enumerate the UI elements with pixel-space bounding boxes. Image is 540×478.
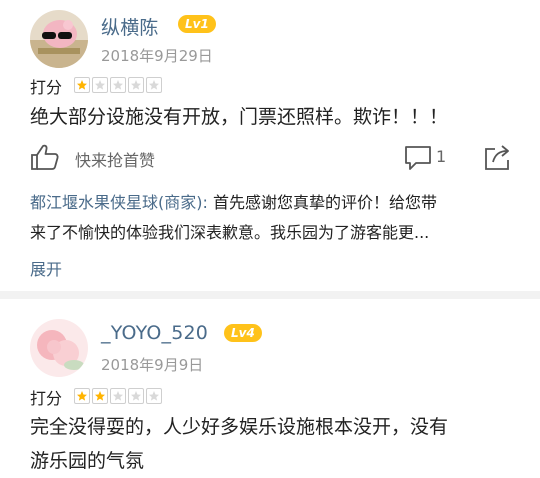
reply-text-line1: 首先感谢您真挚的评价！给您带 (207, 193, 437, 212)
star-filled-icon (74, 388, 90, 404)
review-date: 2018年9月29日 (101, 47, 213, 65)
comment-button[interactable]: 1 (404, 143, 464, 173)
star-rating (74, 388, 162, 404)
avatar[interactable] (30, 319, 88, 377)
level-badge: Lv1 (178, 15, 216, 33)
review-card: _YOYO_520 Lv4 2018年9月9日 打分 完全没得耍的，人少好多娱乐… (0, 299, 540, 478)
merchant-name[interactable]: 都江堰水果侠星球(商家): (30, 193, 208, 212)
rating-label: 打分 (30, 78, 63, 97)
comment-count: 1 (436, 147, 447, 166)
star-rating (74, 77, 162, 93)
star-empty-icon (92, 77, 108, 93)
like-button[interactable]: 快来抢首赞 (30, 143, 200, 173)
review-text-line1: 完全没得耍的，人少好多娱乐设施根本没开，没有 (30, 416, 449, 438)
share-icon[interactable] (483, 143, 511, 171)
review-text: 完全没得耍的，人少好多娱乐设施根本没开，没有 游乐园的气氛 (30, 410, 448, 478)
review-card: 纵横陈 Lv1 2018年9月29日 打分 绝大部分设施没有开放，门票还照样。欺… (0, 0, 540, 291)
like-label: 快来抢首赞 (75, 151, 156, 170)
username[interactable]: 纵横陈 (101, 13, 159, 40)
username[interactable]: _YOYO_520 (101, 322, 208, 344)
merchant-reply: 都江堰水果侠星球(商家): 首先感谢您真挚的评价！给您带 来了不愉快的体验我们深… (30, 190, 437, 246)
review-date: 2018年9月9日 (101, 356, 204, 374)
star-filled-icon (74, 77, 90, 93)
reply-text-line2: 来了不愉快的体验我们深表歉意。我乐园为了游客能更... (30, 223, 430, 242)
avatar[interactable] (30, 10, 88, 68)
star-empty-icon (128, 77, 144, 93)
star-empty-icon (146, 77, 162, 93)
star-empty-icon (110, 388, 126, 404)
star-empty-icon (146, 388, 162, 404)
star-empty-icon (128, 388, 144, 404)
expand-link[interactable]: 展开 (30, 256, 62, 280)
thumb-up-icon (31, 144, 59, 170)
review-text-line2: 游乐园的气氛 (30, 450, 145, 472)
level-badge: Lv4 (224, 324, 262, 342)
rating-label: 打分 (30, 389, 63, 408)
star-filled-icon (92, 388, 108, 404)
review-divider (0, 291, 540, 299)
star-empty-icon (110, 77, 126, 93)
review-text: 绝大部分设施没有开放，门票还照样。欺诈！！！ (30, 106, 449, 128)
comment-icon (405, 146, 431, 170)
